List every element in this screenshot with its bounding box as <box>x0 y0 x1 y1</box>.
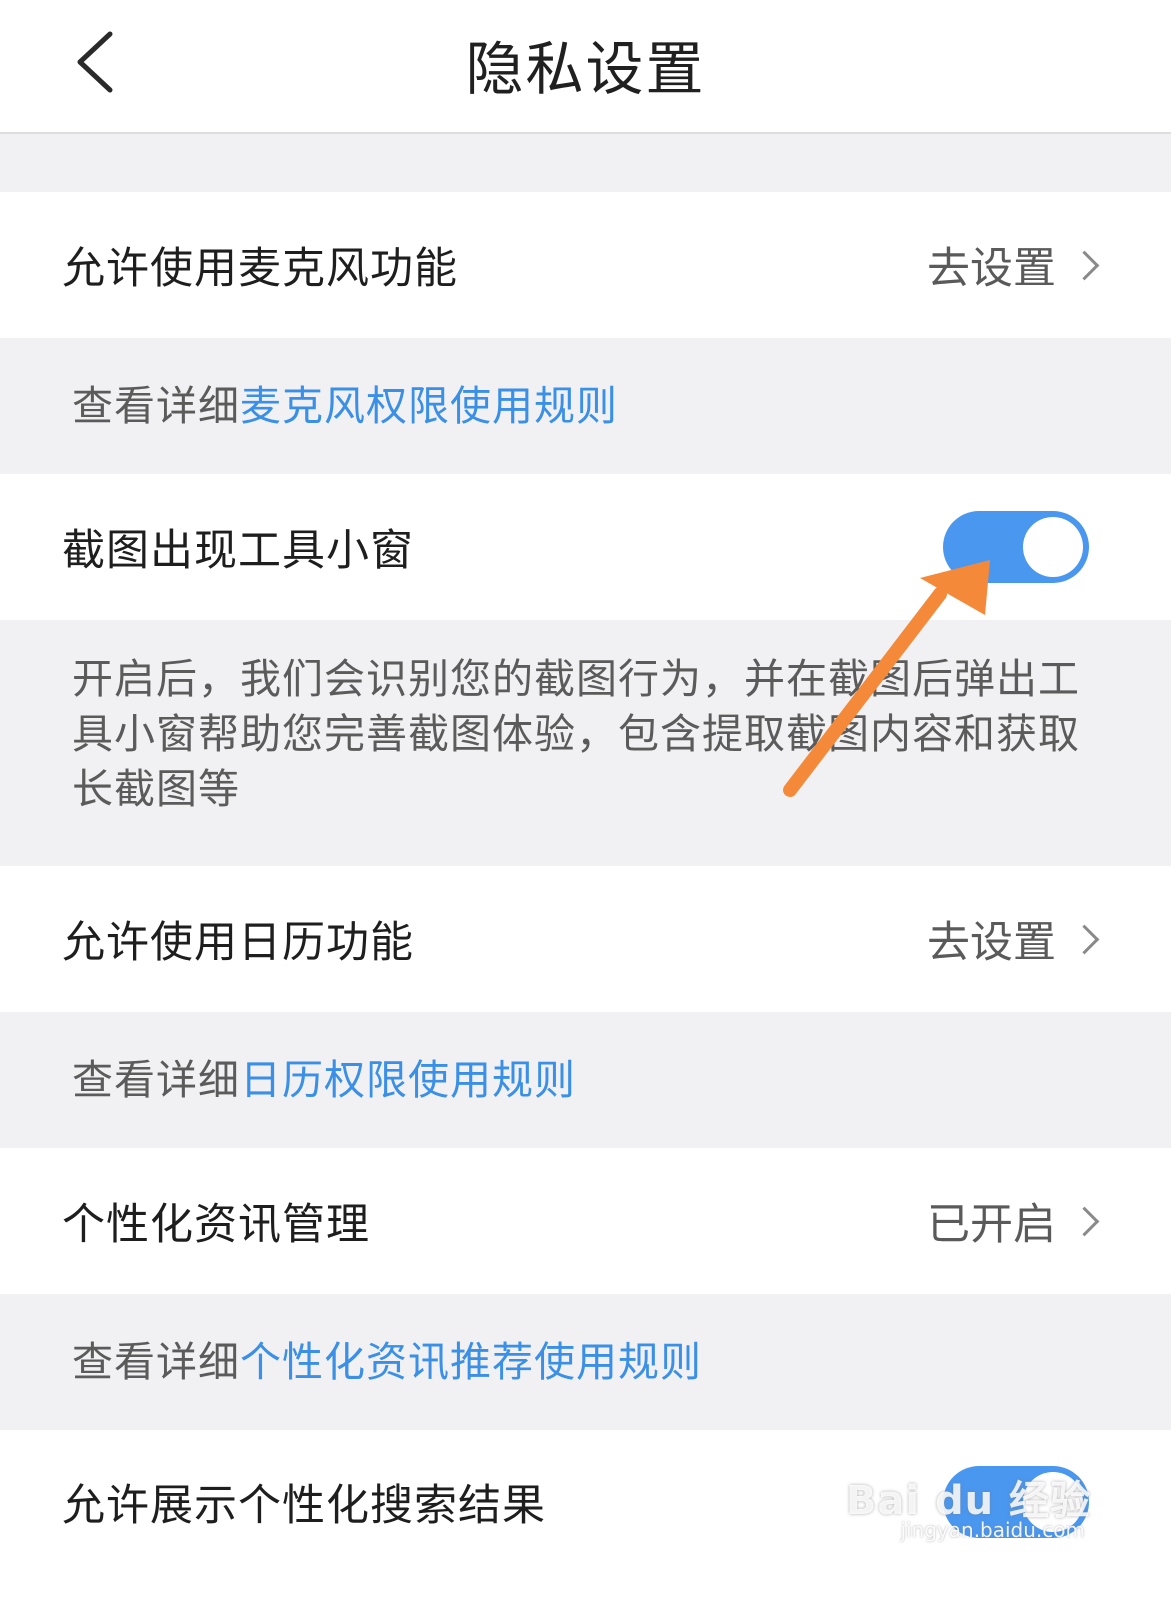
row-label-microphone: 允许使用麦克风功能 <box>62 244 458 294</box>
row-microphone[interactable]: 允许使用麦克风功能 去设置 <box>0 192 1171 338</box>
chevron-right-icon <box>1069 1206 1100 1236</box>
calendar-rules-link[interactable]: 日历权限使用规则 <box>240 1056 576 1104</box>
note-prefix: 查看详细 <box>72 1338 240 1386</box>
microphone-settings-link[interactable]: 去设置 <box>927 234 1101 296</box>
row-label-personalized-news: 个性化资讯管理 <box>62 1200 370 1250</box>
calendar-settings-link[interactable]: 去设置 <box>927 908 1101 970</box>
chevron-right-icon <box>1069 250 1100 280</box>
note-prefix: 查看详细 <box>72 382 240 430</box>
action-text: 去设置 <box>927 244 1056 294</box>
screenshot-tool-description: 开启后，我们会识别您的截图行为，并在截图后弹出工具小窗帮助您完善截图体验，包含提… <box>72 655 1080 813</box>
personalized-news-rules-note: 查看详细个性化资讯推荐使用规则 <box>72 1328 702 1388</box>
baidu-watermark-url: jingyan.baidu.com <box>900 1518 1085 1542</box>
personalized-news-rules-link[interactable]: 个性化资讯推荐使用规则 <box>240 1338 702 1386</box>
chevron-right-icon <box>1069 924 1100 954</box>
microphone-rules-link[interactable]: 麦克风权限使用规则 <box>240 382 618 430</box>
top-nav-bar: 隐私设置 <box>0 0 1171 134</box>
page-title: 隐私设置 <box>465 35 706 103</box>
row-label-screenshot-tool: 截图出现工具小窗 <box>62 526 414 576</box>
row-personalized-news[interactable]: 个性化资讯管理 已开启 <box>0 1148 1171 1294</box>
calendar-rules-note: 查看详细日历权限使用规则 <box>72 1046 576 1106</box>
row-screenshot-tool: 截图出现工具小窗 <box>0 474 1171 620</box>
action-text: 已开启 <box>927 1200 1056 1250</box>
personalized-news-status[interactable]: 已开启 <box>927 1190 1101 1252</box>
action-text: 去设置 <box>927 918 1056 968</box>
row-label-calendar: 允许使用日历功能 <box>62 918 414 968</box>
microphone-rules-note: 查看详细麦克风权限使用规则 <box>72 372 618 432</box>
row-label-personalized-search: 允许展示个性化搜索结果 <box>62 1481 546 1531</box>
row-calendar[interactable]: 允许使用日历功能 去设置 <box>0 866 1171 1012</box>
screenshot-tool-toggle[interactable] <box>943 511 1089 583</box>
note-prefix: 查看详细 <box>72 1056 240 1104</box>
toggle-knob <box>1023 517 1083 577</box>
